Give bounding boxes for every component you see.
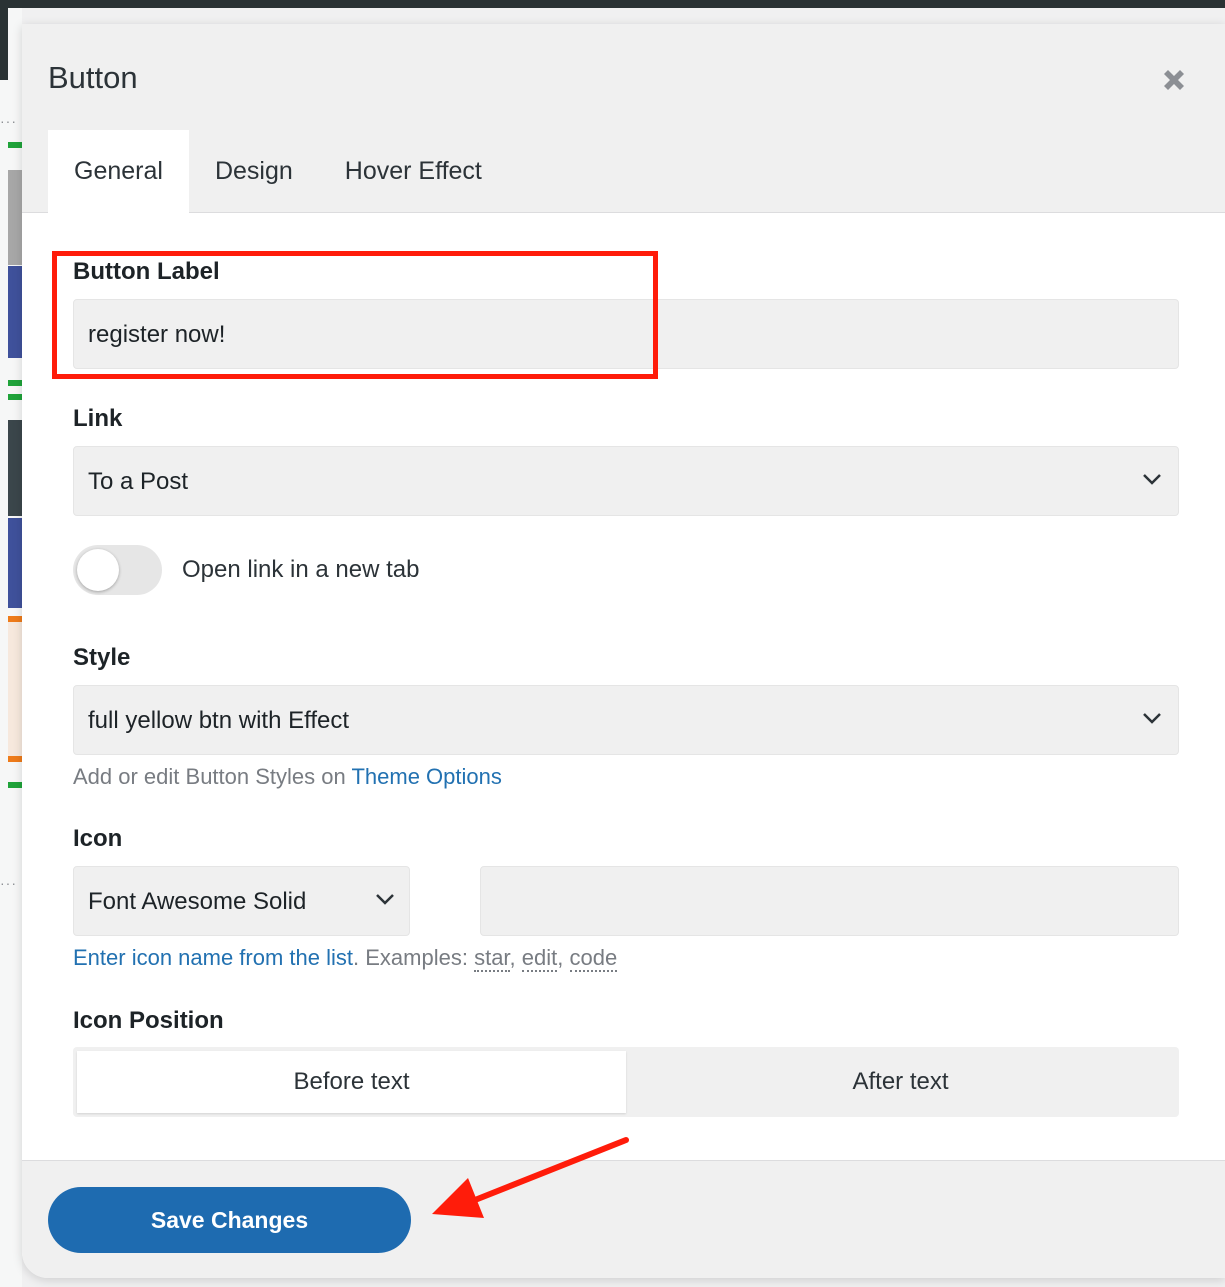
background-block: [8, 380, 22, 386]
tab-hover-effect[interactable]: Hover Effect: [319, 130, 508, 213]
example-code[interactable]: code: [569, 945, 618, 972]
tab-general[interactable]: General: [48, 130, 189, 213]
annotation-highlight-box: [52, 251, 658, 379]
open-new-tab-label: Open link in a new tab: [182, 556, 420, 583]
link-heading: Link: [73, 405, 123, 432]
example-edit[interactable]: edit: [521, 945, 558, 972]
dialog-header: Button General Design Hover Effect: [22, 24, 1225, 213]
style-help-text: Add or edit Button Styles on Theme Optio…: [73, 764, 502, 790]
icon-position-heading: Icon Position: [73, 1007, 224, 1034]
icon-set-select[interactable]: Font Awesome Solid: [73, 866, 410, 936]
icon-heading: Icon: [73, 825, 123, 852]
background-page-strip: ··· ···: [0, 8, 22, 1287]
background-block: [8, 420, 22, 516]
background-block: [8, 756, 22, 762]
icon-examples-prefix: . Examples:: [353, 945, 468, 970]
background-block: [8, 518, 22, 608]
style-select[interactable]: full yellow btn with Effect: [73, 685, 1179, 755]
open-new-tab-toggle[interactable]: [73, 545, 162, 595]
chevron-down-icon: [1143, 713, 1161, 724]
close-icon[interactable]: [1160, 66, 1188, 94]
annotation-arrow-icon: [432, 1137, 629, 1218]
icon-name-input[interactable]: [480, 866, 1179, 936]
background-dark-block: [0, 8, 8, 80]
after-text-option[interactable]: After text: [626, 1051, 1175, 1113]
icon-set-select-value: Font Awesome Solid: [88, 888, 307, 915]
background-block: [8, 170, 22, 265]
background-block: [8, 394, 22, 400]
style-help-prefix: Add or edit Button Styles on: [73, 764, 346, 789]
button-settings-dialog: Button General Design Hover Effect Butto…: [22, 24, 1225, 1278]
drag-dots-icon: ···: [0, 113, 17, 129]
chevron-down-icon: [376, 894, 394, 905]
example-star[interactable]: star: [474, 945, 510, 972]
link-select-value: To a Post: [88, 468, 189, 495]
background-block: [8, 266, 22, 358]
drag-dots-icon: ···: [0, 875, 17, 891]
background-block: [8, 142, 22, 148]
dialog-tabs: General Design Hover Effect: [48, 130, 508, 213]
background-topbar: [0, 0, 1225, 8]
theme-options-link[interactable]: Theme Options: [351, 764, 501, 789]
icon-position-toggle: Before text After text: [73, 1047, 1179, 1117]
before-text-option[interactable]: Before text: [77, 1051, 626, 1113]
link-select[interactable]: To a Post: [73, 446, 1179, 516]
icon-help-text: Enter icon name from the list. Examples:…: [73, 945, 618, 972]
background-block: [8, 782, 22, 788]
style-select-value: full yellow btn with Effect: [88, 707, 350, 734]
tab-design[interactable]: Design: [189, 130, 319, 213]
toggle-knob: [77, 549, 119, 591]
save-changes-button[interactable]: Save Changes: [48, 1187, 411, 1253]
icon-list-link[interactable]: Enter icon name from the list: [73, 945, 353, 970]
dialog-title: Button: [48, 60, 138, 95]
background-block: [8, 622, 22, 756]
chevron-down-icon: [1143, 474, 1161, 485]
style-heading: Style: [73, 644, 131, 671]
